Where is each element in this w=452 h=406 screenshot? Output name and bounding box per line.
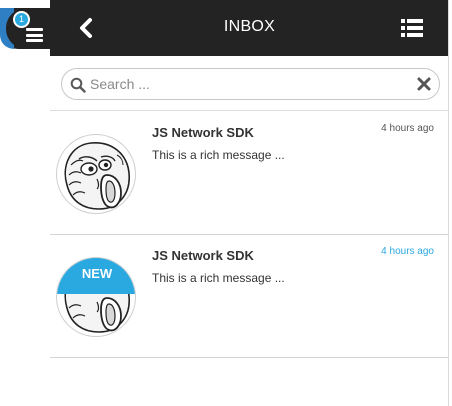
close-icon[interactable] bbox=[417, 77, 431, 91]
new-badge: NEW bbox=[57, 258, 135, 294]
search-bar bbox=[50, 56, 448, 111]
meme-face-icon bbox=[64, 142, 130, 210]
page-background bbox=[0, 0, 50, 406]
avatar bbox=[56, 134, 136, 214]
unread-count-badge: 1 bbox=[13, 11, 30, 28]
list-icon bbox=[401, 19, 423, 37]
avatar: NEW bbox=[56, 257, 136, 337]
list-view-button[interactable] bbox=[401, 19, 423, 37]
search-box bbox=[61, 68, 440, 100]
search-icon bbox=[70, 77, 86, 93]
message-title: JS Network SDK bbox=[152, 125, 254, 140]
inbox-panel: INBOX Search ... JS Network SDK This is … bbox=[50, 0, 449, 406]
search-input[interactable] bbox=[90, 73, 400, 95]
message-list-item[interactable]: NEW JS Network SDK This is a rich messag… bbox=[50, 235, 448, 358]
hamburger-icon bbox=[26, 28, 43, 42]
message-preview: This is a rich message ... bbox=[152, 148, 285, 162]
message-title: JS Network SDK bbox=[152, 248, 254, 263]
inbox-header: INBOX bbox=[50, 0, 448, 56]
menu-toggle-button[interactable]: 1 bbox=[0, 8, 50, 49]
message-timestamp: 4 hours ago bbox=[381, 246, 434, 257]
message-list-item[interactable]: JS Network SDK This is a rich message ..… bbox=[50, 112, 448, 235]
message-timestamp: 4 hours ago bbox=[381, 123, 434, 134]
message-preview: This is a rich message ... bbox=[152, 271, 285, 285]
page-title: INBOX bbox=[223, 18, 276, 35]
